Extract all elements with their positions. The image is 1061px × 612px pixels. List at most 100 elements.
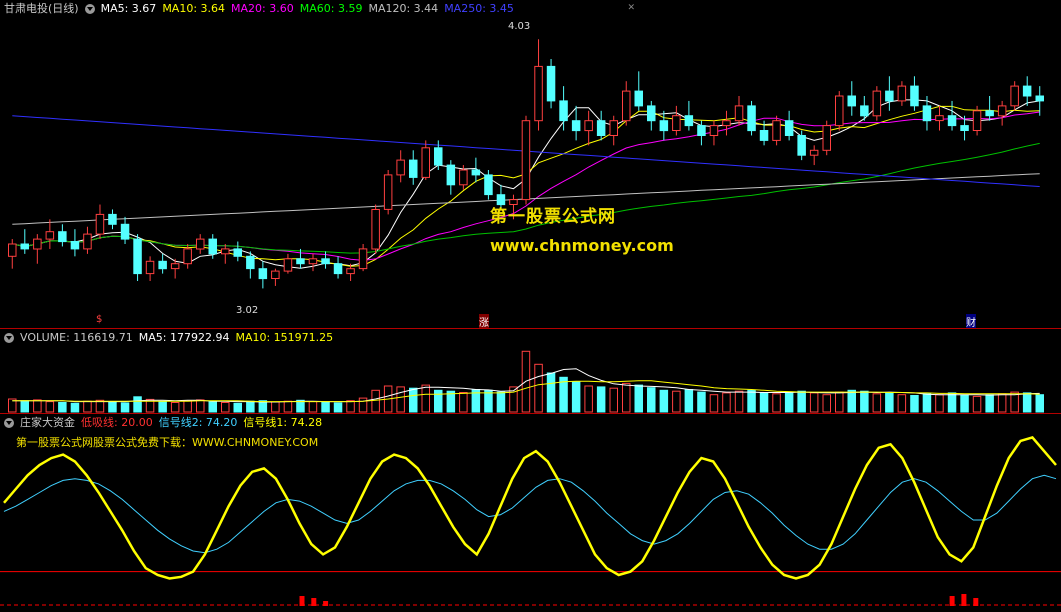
down-candle <box>321 258 330 265</box>
volume-bar <box>847 389 856 413</box>
volume-bar <box>634 384 643 413</box>
volume-bar <box>546 372 556 413</box>
down-candle <box>233 248 242 257</box>
volume-bar <box>396 386 405 413</box>
down-candle <box>697 125 706 136</box>
up-candle <box>170 263 180 270</box>
volume-bar <box>133 396 142 413</box>
indicator-chart-pane[interactable]: 庄家大资金 低吸线: 20.00 信号线2: 74.20 信号线1: 74.28… <box>0 414 1061 612</box>
up-candle <box>8 243 17 257</box>
buy-signal-bar <box>961 594 967 606</box>
volume-bar <box>935 394 944 413</box>
volume-bar <box>58 402 67 413</box>
volume-bar <box>985 394 994 413</box>
down-candle <box>960 125 969 131</box>
volume-chart-pane[interactable]: VOLUME: 116619.71 MA5: 177922.94 MA10: 1… <box>0 329 1061 413</box>
up-candle <box>371 209 380 250</box>
volume-value: VOLUME: 116619.71 <box>20 331 133 344</box>
volume-bar <box>784 391 794 413</box>
down-candle <box>446 164 456 186</box>
volume-bar <box>1035 394 1044 413</box>
down-candle <box>333 263 343 275</box>
volume-bar <box>697 391 706 413</box>
down-candle <box>246 255 255 270</box>
volume-menu-icon[interactable] <box>4 333 14 343</box>
up-candle <box>722 120 731 127</box>
up-candle <box>221 248 230 255</box>
up-candle <box>346 268 355 275</box>
indicator-header: 庄家大资金 低吸线: 20.00 信号线2: 74.20 信号线1: 74.28 <box>4 416 322 430</box>
low-line-value: 低吸线: 20.00 <box>81 416 153 429</box>
ma250-value: MA250: 3.45 <box>444 2 514 15</box>
down-candle <box>70 241 80 250</box>
price-chart-pane[interactable]: 甘肃电投(日线) MA5: 3.67 MA10: 3.64 MA20: 3.60… <box>0 0 1061 328</box>
volume-bar <box>208 401 217 413</box>
volume-bar <box>534 363 543 413</box>
watermark-name: 第一股票公式网 <box>490 207 616 227</box>
down-candle <box>647 105 656 122</box>
volume-bar <box>747 389 756 413</box>
up-candle <box>997 105 1007 117</box>
event-marker-a[interactable]: $ <box>96 314 102 325</box>
volume-bar <box>571 381 581 413</box>
up-candle <box>772 120 781 141</box>
up-candle <box>734 105 744 122</box>
down-candle <box>910 85 919 107</box>
volume-bar <box>283 400 293 413</box>
up-candle <box>897 85 907 102</box>
high-price-label: 4.03 <box>508 21 531 32</box>
volume-ma5-value: MA5: 177922.94 <box>138 331 230 344</box>
up-candle <box>709 125 719 136</box>
volume-bar <box>947 392 957 413</box>
signal1-line <box>3 435 1057 580</box>
volume-bar <box>308 401 318 413</box>
down-candle <box>659 120 669 132</box>
indicator-menu-icon[interactable] <box>84 4 95 14</box>
volume-bar <box>872 393 882 413</box>
volume-bar <box>822 394 831 413</box>
down-candle <box>747 105 756 132</box>
volume-bar <box>672 390 681 413</box>
volume-bar <box>120 402 130 413</box>
volume-bar <box>684 389 694 413</box>
volume-bar <box>622 382 631 413</box>
down-candle <box>208 238 217 255</box>
volume-bar <box>809 392 819 413</box>
promo-text: 第一股票公式网股票公式免费下载：WWW.CHNMONEY.COM <box>16 436 319 449</box>
volume-bar <box>183 400 192 413</box>
volume-bar <box>196 399 205 413</box>
volume-bar <box>346 400 355 413</box>
down-candle <box>797 135 806 156</box>
up-candle <box>83 233 92 250</box>
volume-bar <box>246 400 255 413</box>
volume-bar <box>371 389 380 413</box>
volume-bar <box>70 402 80 413</box>
volume-bar <box>108 401 117 413</box>
event-marker-b[interactable]: 涨 <box>479 314 489 328</box>
event-marker-c[interactable]: 财 <box>966 314 976 328</box>
down-candle <box>1035 95 1044 102</box>
volume-bar <box>496 391 506 413</box>
volume-bar <box>797 390 806 413</box>
signal2-value: 信号线2: 74.20 <box>158 416 238 429</box>
ma60-value: MA60: 3.59 <box>299 2 363 15</box>
ma10-value: MA10: 3.64 <box>162 2 226 15</box>
low-price-label: 3.02 <box>236 305 259 316</box>
up-candle <box>383 174 393 210</box>
down-candle <box>922 105 932 122</box>
volume-ma10-value: MA10: 151971.25 <box>235 331 334 344</box>
up-candle <box>1010 85 1019 107</box>
down-candle <box>596 120 606 136</box>
up-candle <box>935 115 944 122</box>
up-candle <box>459 169 468 186</box>
up-candle <box>421 147 430 178</box>
volume-bar <box>596 386 606 413</box>
volume-bar <box>584 385 593 413</box>
up-candle <box>622 90 631 122</box>
indicator-pane-menu-icon[interactable] <box>4 418 14 428</box>
indicator-name: 庄家大资金 <box>20 416 75 429</box>
down-candle <box>1022 85 1032 97</box>
up-candle <box>972 110 982 132</box>
volume-bar <box>860 390 869 413</box>
down-candle <box>120 223 130 240</box>
